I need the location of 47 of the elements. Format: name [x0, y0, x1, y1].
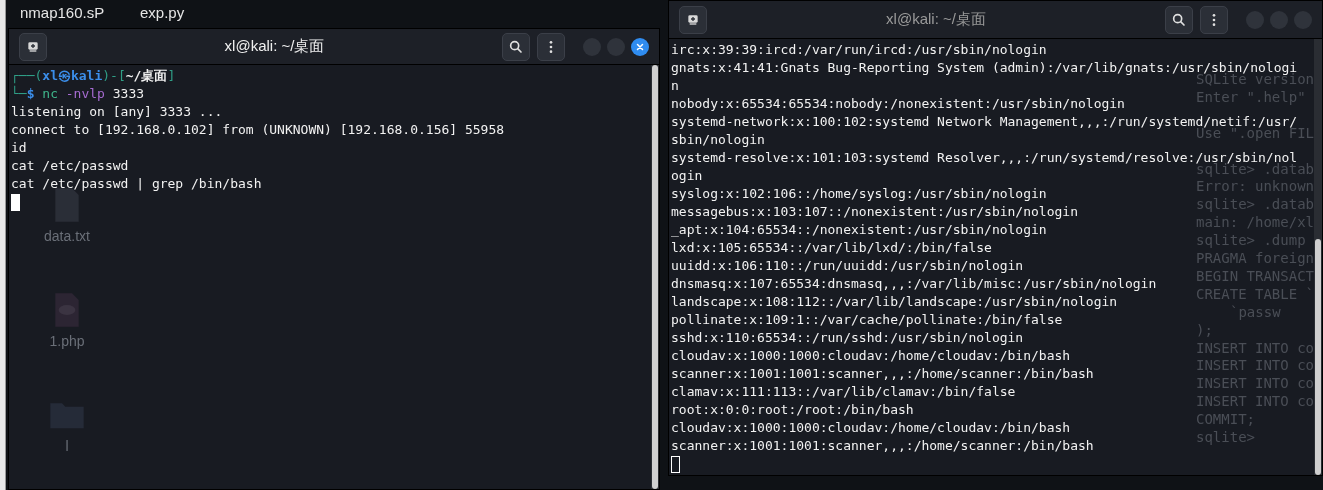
output-line: id: [11, 139, 27, 157]
file-label: exp.py: [140, 3, 185, 23]
output-line: cloudav:x:1000:1000:cloudav:/home/cloudav:/bin/bash: [671, 347, 1071, 365]
menu-button[interactable]: [537, 32, 565, 61]
output-line: connect to [192.168.0.102] from (UNKNOWN) [192.168.0.156] 55958: [11, 121, 505, 139]
background-text-line: );: [1196, 321, 1213, 340]
output-line: ogin: [671, 167, 703, 185]
file-label[interactable]: 1.php: [47, 332, 87, 350]
output-line: sshd:x:110:65534::/run/sshd:/usr/sbin/nologin: [671, 329, 1024, 347]
scrollbar[interactable]: [651, 65, 659, 489]
output-line: cat /etc/passwd | grep /bin/bash: [11, 175, 262, 193]
prompt-line: └─$ nc -nvlp 3333: [11, 85, 145, 103]
output-line: scanner:x:1001:1001:scanner,,,:/home/scanner:/bin/bash: [671, 437, 1094, 455]
search-icon: [1171, 11, 1187, 28]
menu-button[interactable]: [1200, 5, 1228, 34]
output-line: uuidd:x:106:110::/run/uuidd:/usr/sbin/nologin: [671, 257, 1024, 275]
new-tab-button[interactable]: [19, 32, 47, 61]
window-title: xl@kali: ~/桌面: [223, 36, 326, 57]
output-line: irc:x:39:39:ircd:/var/run/ircd:/usr/sbin/nologin: [671, 41, 1047, 59]
output-line: pollinate:x:109:1::/var/cache/pollinate:/bin/false: [671, 311, 1063, 329]
file-label: nmap160.sP: [20, 3, 105, 23]
output-line: messagebus:x:103:107::/nonexistent:/usr/sbin/nologin: [671, 203, 1078, 221]
search-button[interactable]: [1165, 5, 1193, 34]
output-line: scanner:x:1001:1001:scanner,,,:/home/scanner:/bin/bash: [671, 365, 1094, 383]
output-line: dnsmasq:x:107:65534:dnsmasq,,,:/var/lib/misc:/usr/sbin/nologin: [671, 275, 1157, 293]
file-label[interactable]: l: [63, 437, 71, 455]
window-title: xl@kali: ~/桌面: [885, 9, 987, 30]
output-line: landscape:x:108:112::/var/lib/landscape:/usr/sbin/nologin: [671, 293, 1118, 311]
output-line: clamav:x:111:113::/var/lib/clamav:/bin/false: [671, 383, 1016, 401]
output-line: cat /etc/passwd: [11, 157, 129, 175]
output-line: listening on [any] 3333 ...: [11, 103, 223, 121]
output-line: syslog:x:102:106::/home/syslog:/usr/sbin/nologin: [671, 185, 1047, 203]
prompt-line: ┌──(xl㉿kali)-[~/桌面]: [11, 67, 176, 85]
new-tab-button[interactable]: [679, 5, 707, 34]
output-line: gnats:x:41:41:Gnats Bug-Reporting System (admin):/var/lib/gnats:/usr/sbin/nologi: [671, 59, 1298, 75]
file-label[interactable]: data.txt: [42, 227, 92, 245]
output-line: cloudav:x:1000:1000:cloudav:/home/cloudav:/bin/bash: [671, 419, 1071, 437]
close-button[interactable]: [631, 37, 649, 56]
output-line: nobody:x:65534:65534:nobody:/nonexistent:/usr/sbin/nologin: [671, 95, 1125, 113]
output-line: _apt:x:104:65534::/nonexistent:/usr/sbin/nologin: [671, 221, 1047, 239]
output-line: sbin/nologin: [671, 131, 765, 149]
output-line: n: [671, 77, 679, 95]
scrollbar[interactable]: [1314, 39, 1322, 475]
output-line: lxd:x:105:65534::/var/lib/lxd/:/bin/false: [671, 239, 992, 257]
search-icon: [508, 38, 524, 55]
search-button[interactable]: [502, 32, 530, 61]
output-line: root:x:0:0:root:/root:/bin/bash: [671, 401, 914, 419]
